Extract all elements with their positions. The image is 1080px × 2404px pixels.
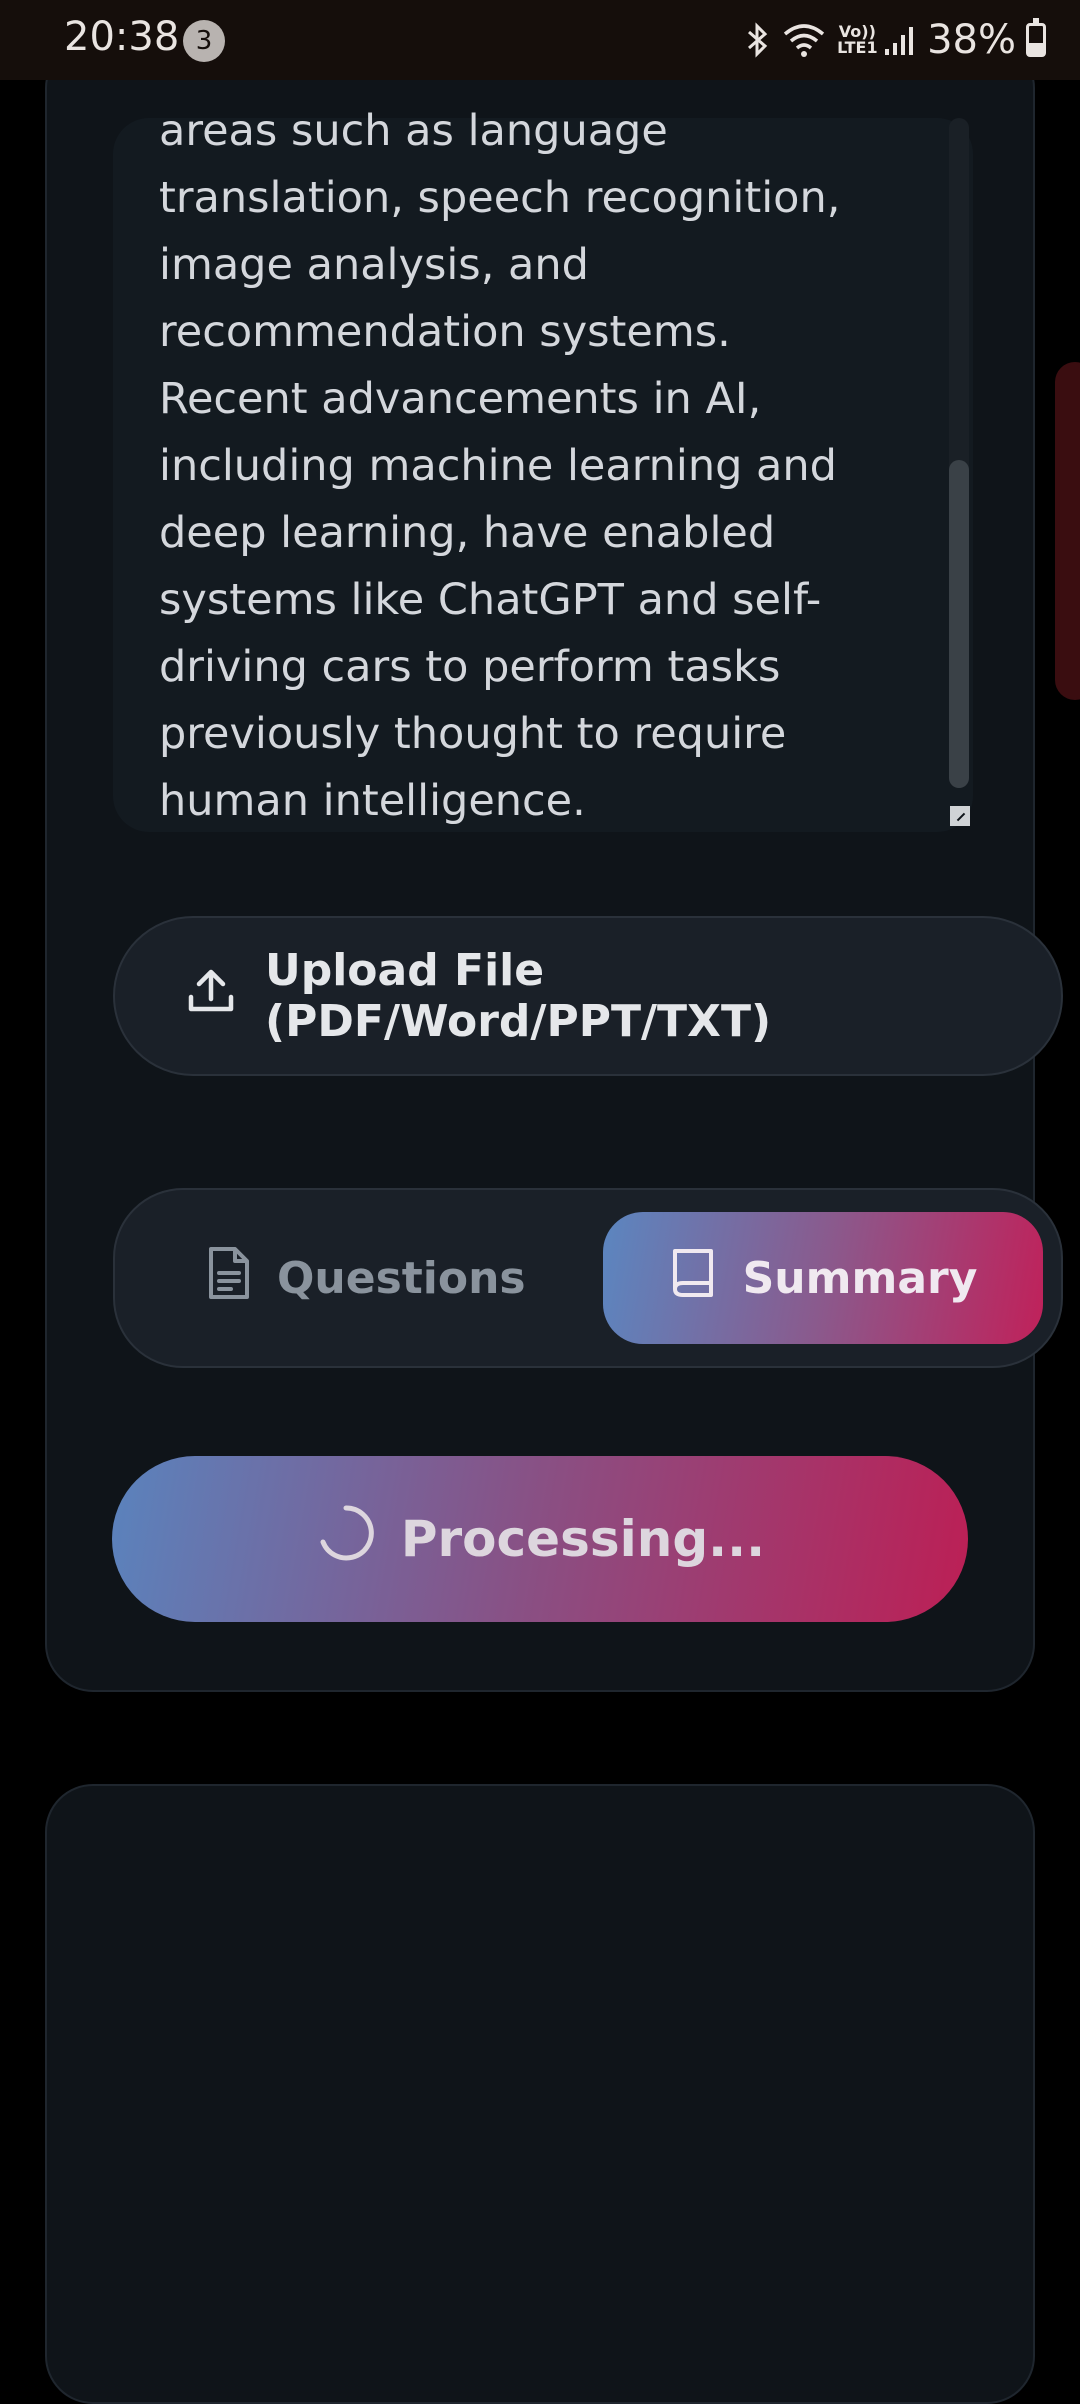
mode-toggle: Questions Summary [113, 1188, 1063, 1368]
output-card [45, 1784, 1035, 2404]
side-edge-handle[interactable] [1055, 362, 1080, 700]
tab-questions[interactable]: Questions [205, 1190, 526, 1366]
status-icons: Vo)) LTE1 38% [745, 12, 1046, 68]
signal-icon [883, 23, 917, 57]
process-button[interactable]: Processing... [112, 1456, 968, 1622]
document-icon [205, 1245, 253, 1312]
battery-percent: 38% [927, 17, 1016, 63]
status-bar: 20:38 3 Vo)) LTE1 38% [0, 0, 1080, 80]
battery-icon [1026, 18, 1046, 57]
tab-questions-label: Questions [277, 1252, 526, 1304]
upload-file-label: Upload File (PDF/Word/PPT/TXT) [265, 945, 772, 1047]
input-text[interactable]: areas such as language translation, spee… [159, 98, 939, 835]
main-card: areas such as language translation, spee… [45, 40, 1035, 1692]
textarea-resize-handle[interactable] [950, 806, 970, 826]
tab-summary[interactable]: Summary [603, 1212, 1043, 1344]
network-type-label: Vo)) LTE1 [837, 22, 878, 57]
spinner-icon [315, 1502, 377, 1576]
book-icon [669, 1245, 717, 1312]
wifi-icon [781, 20, 827, 60]
bluetooth-icon [745, 22, 771, 58]
upload-file-button[interactable]: Upload File (PDF/Word/PPT/TXT) [113, 916, 1063, 1076]
notification-count-badge: 3 [183, 20, 225, 62]
textarea-scrollbar-thumb[interactable] [949, 460, 969, 788]
process-button-label: Processing... [400, 1510, 766, 1568]
upload-icon [185, 965, 237, 1028]
status-time: 20:38 [64, 14, 180, 60]
tab-summary-label: Summary [742, 1252, 978, 1304]
